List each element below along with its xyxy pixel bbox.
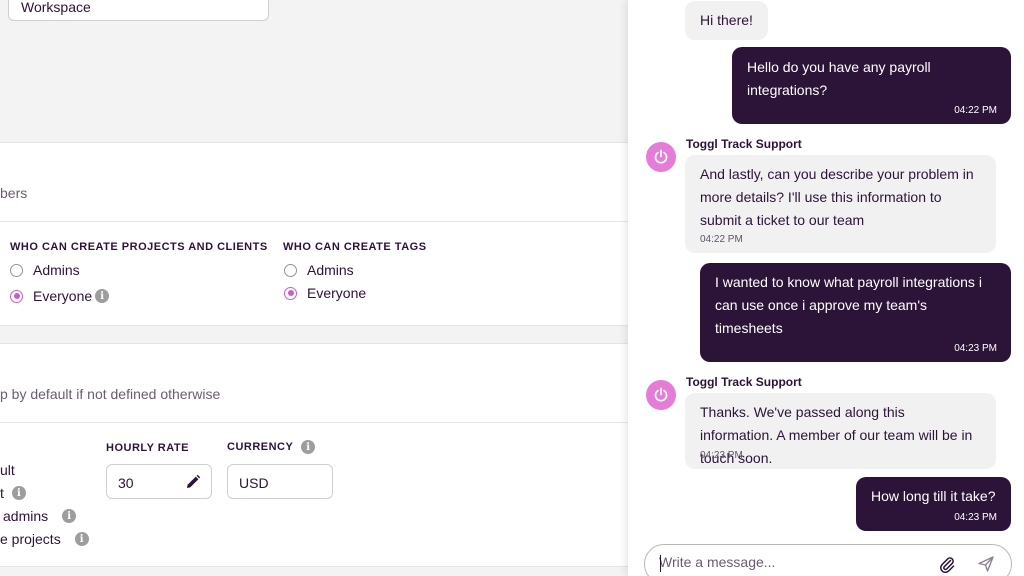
info-icon[interactable]: i bbox=[74, 532, 89, 546]
option-label: Everyone bbox=[307, 285, 367, 301]
sender-name: Toggl Track Support bbox=[686, 137, 802, 151]
message-text: How long till it take? bbox=[871, 488, 996, 504]
message-agent: Thanks. We've passed along this informat… bbox=[685, 393, 996, 469]
rate-option-label: e projects bbox=[0, 531, 61, 547]
option-label: Admins bbox=[33, 262, 80, 278]
message-text: Hello do you have any payroll integratio… bbox=[747, 59, 931, 98]
info-icon[interactable]: i bbox=[301, 440, 316, 454]
workspace-name-input[interactable]: Workspace bbox=[8, 0, 269, 21]
message-time: 04:22 PM bbox=[954, 105, 997, 116]
rate-option-projects[interactable]: e projects i bbox=[0, 531, 89, 547]
projects-permission-heading: WHO CAN CREATE PROJECTS AND CLIENTS bbox=[10, 241, 268, 253]
message-text: I wanted to know what payroll integratio… bbox=[715, 274, 982, 336]
info-icon[interactable]: i bbox=[11, 486, 26, 500]
currency-input[interactable]: USD bbox=[227, 464, 333, 499]
card-divider bbox=[0, 422, 628, 423]
workspace-settings: Workspace bers WHO CAN CREATE PROJECTS A… bbox=[0, 0, 628, 576]
support-avatar bbox=[646, 142, 676, 172]
message-user: I wanted to know what payroll integratio… bbox=[700, 263, 1011, 362]
rate-option-label: t bbox=[0, 485, 4, 501]
send-icon[interactable] bbox=[976, 554, 996, 574]
rate-option-label: admins bbox=[3, 508, 49, 524]
billable-rate-card: p by default if not defined otherwise HO… bbox=[0, 343, 628, 567]
message-composer[interactable] bbox=[644, 544, 1012, 576]
tags-everyone-option[interactable]: Everyone bbox=[284, 285, 366, 301]
hourly-rate-label: HOURLY RATE bbox=[106, 442, 189, 454]
radio-checked-icon[interactable] bbox=[10, 289, 23, 303]
rate-option-default[interactable]: ult bbox=[0, 462, 15, 478]
permissions-card: bers WHO CAN CREATE PROJECTS AND CLIENTS… bbox=[0, 142, 628, 326]
paperclip-icon[interactable] bbox=[937, 554, 957, 574]
message-text: And lastly, can you describe your proble… bbox=[700, 166, 974, 228]
currency-value: USD bbox=[239, 475, 269, 491]
hourly-rate-label-text: HOURLY RATE bbox=[106, 442, 189, 454]
rate-option-project[interactable]: t i bbox=[0, 485, 26, 501]
message-time: 04:22 PM bbox=[700, 234, 743, 245]
power-icon bbox=[654, 387, 668, 402]
projects-everyone-option[interactable]: Everyone i bbox=[10, 288, 110, 304]
message-user: Hello do you have any payroll integratio… bbox=[732, 47, 1011, 124]
message-user: How long till it take? 04:23 PM bbox=[856, 477, 1011, 531]
tags-permission-heading: WHO CAN CREATE TAGS bbox=[283, 241, 427, 253]
tags-admins-option[interactable]: Admins bbox=[284, 262, 354, 278]
option-label: Everyone bbox=[33, 288, 93, 304]
radio-checked-icon[interactable] bbox=[284, 286, 297, 300]
rate-option-label: ult bbox=[0, 462, 15, 478]
sender-name: Toggl Track Support bbox=[686, 375, 802, 389]
hourly-rate-value: 30 bbox=[118, 475, 134, 491]
currency-label: CURRENCY i bbox=[227, 440, 316, 454]
support-avatar bbox=[646, 380, 676, 410]
card-divider bbox=[0, 221, 628, 222]
radio-icon[interactable] bbox=[10, 263, 23, 277]
message-time: 04:23 PM bbox=[700, 450, 743, 461]
message-input[interactable] bbox=[659, 554, 919, 570]
text-cursor bbox=[660, 555, 661, 572]
message-agent: And lastly, can you describe your proble… bbox=[685, 155, 996, 253]
info-icon[interactable]: i bbox=[62, 509, 77, 523]
pencil-icon[interactable] bbox=[185, 474, 201, 490]
currency-label-text: CURRENCY bbox=[227, 441, 294, 453]
info-icon[interactable]: i bbox=[95, 289, 110, 303]
message-time: 04:23 PM bbox=[954, 512, 997, 523]
projects-admins-option[interactable]: Admins bbox=[10, 262, 80, 278]
members-description: bers bbox=[0, 185, 28, 201]
message-agent: Hi there! bbox=[685, 1, 768, 40]
message-time: 04:23 PM bbox=[954, 343, 997, 354]
option-label: Admins bbox=[307, 262, 354, 278]
message-text: Hi there! bbox=[700, 12, 753, 28]
support-chat-panel: Hi there! Hello do you have any payroll … bbox=[628, 0, 1024, 576]
rate-description: p by default if not defined otherwise bbox=[0, 386, 221, 402]
power-icon bbox=[654, 149, 668, 164]
rate-option-admins[interactable]: admins i bbox=[0, 508, 77, 524]
hourly-rate-input[interactable]: 30 bbox=[106, 464, 212, 499]
radio-icon[interactable] bbox=[284, 263, 297, 277]
